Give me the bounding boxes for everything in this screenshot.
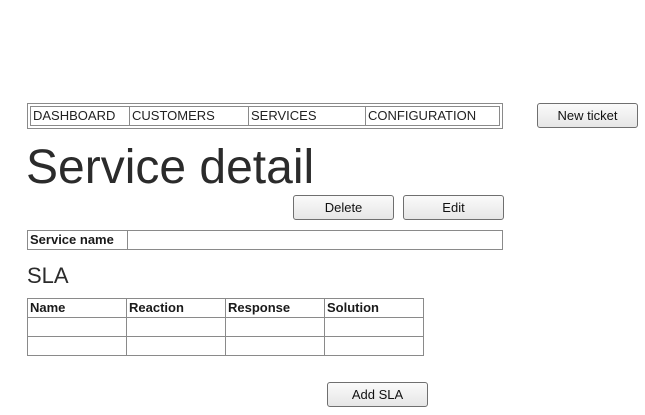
sla-heading: SLA [27, 263, 69, 288]
sla-table-header-row: Name Reaction Response Solution [27, 298, 424, 318]
sla-cell-name [27, 317, 127, 337]
sla-column-reaction: Reaction [126, 298, 226, 318]
sla-cell-name [27, 336, 127, 356]
sla-cell-reaction [126, 336, 226, 356]
nav-item-dashboard[interactable]: DASHBOARD [31, 107, 130, 125]
sla-cell-solution [324, 317, 424, 337]
nav-item-customers[interactable]: CUSTOMERS [130, 107, 249, 125]
sla-column-name: Name [27, 298, 127, 318]
sla-cell-solution [324, 336, 424, 356]
table-row [27, 317, 424, 337]
page-title: Service detail [26, 141, 315, 194]
nav-item-services[interactable]: SERVICES [249, 107, 366, 125]
edit-button[interactable]: Edit [403, 195, 504, 220]
sla-cell-response [225, 336, 325, 356]
service-name-value [128, 231, 502, 249]
service-name-row: Service name [27, 230, 503, 250]
sla-cell-response [225, 317, 325, 337]
new-ticket-button[interactable]: New ticket [537, 103, 638, 128]
sla-column-response: Response [225, 298, 325, 318]
service-name-label: Service name [28, 231, 128, 249]
sla-cell-reaction [126, 317, 226, 337]
delete-button[interactable]: Delete [293, 195, 394, 220]
sla-table: Name Reaction Response Solution [27, 298, 424, 356]
main-navigation-bar: DASHBOARD CUSTOMERS SERVICES CONFIGURATI… [30, 106, 500, 126]
sla-column-solution: Solution [324, 298, 424, 318]
add-sla-button[interactable]: Add SLA [327, 382, 428, 407]
table-row [27, 336, 424, 356]
nav-item-configuration[interactable]: CONFIGURATION [366, 107, 499, 125]
main-navigation: DASHBOARD CUSTOMERS SERVICES CONFIGURATI… [27, 103, 503, 129]
